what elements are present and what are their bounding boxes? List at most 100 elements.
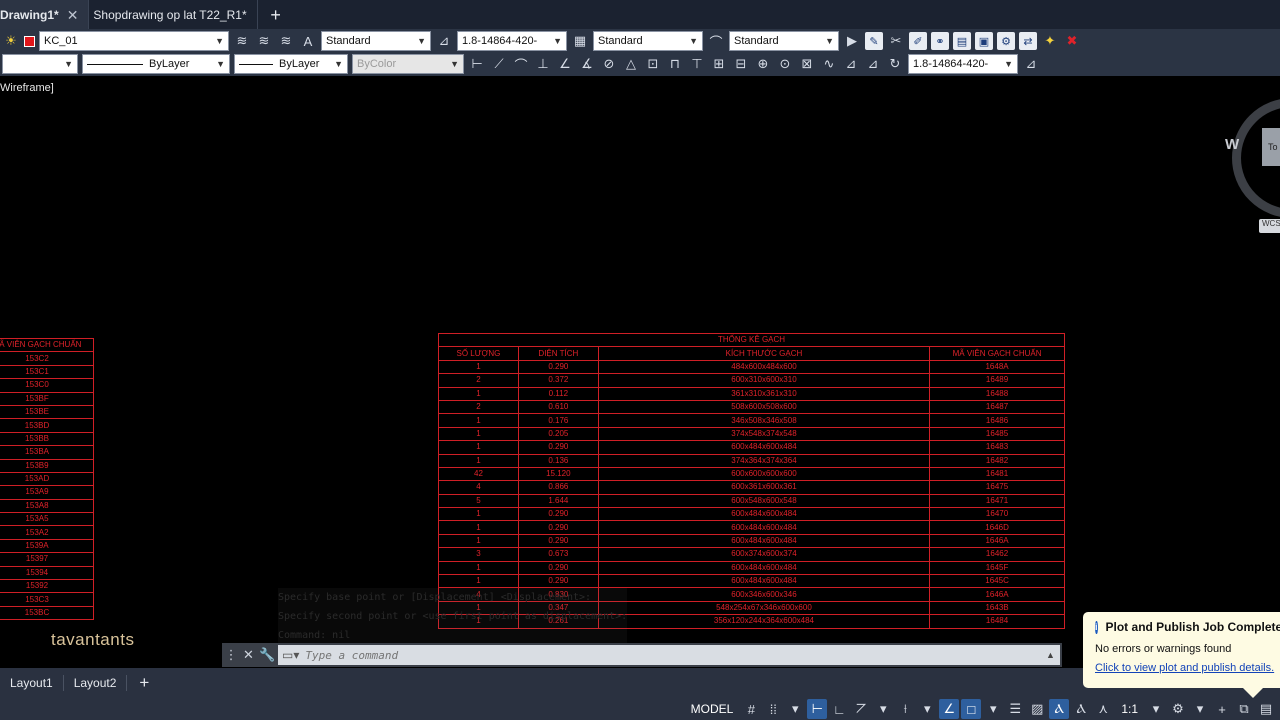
- jogged-linear-icon[interactable]: ∿: [820, 55, 838, 73]
- dim-update-icon[interactable]: ↻: [886, 55, 904, 73]
- jogged-dim-icon[interactable]: ∡: [578, 55, 596, 73]
- chevron-down-icon[interactable]: ▾: [873, 699, 893, 719]
- text-style-combo[interactable]: Standard ▼: [321, 31, 431, 51]
- plot-details-link[interactable]: Click to view plot and publish details.: [1095, 662, 1276, 674]
- recent-commands-icon[interactable]: ▭▾: [282, 648, 299, 662]
- dim-style-icon[interactable]: ⊿: [1022, 55, 1040, 73]
- command-input-box[interactable]: ▭▾ ▲: [278, 645, 1060, 665]
- center-mark-icon[interactable]: ⊙: [776, 55, 794, 73]
- object-snap-tracking-icon[interactable]: ∠: [939, 699, 960, 719]
- auto-scale-icon[interactable]: Ⲁ: [1071, 699, 1091, 719]
- text-style-icon[interactable]: A: [299, 32, 317, 50]
- play-icon[interactable]: ▶: [843, 32, 861, 50]
- mleader-style-combo[interactable]: Standard ▼: [729, 31, 839, 51]
- isodraft-icon[interactable]: ⟊: [895, 699, 915, 719]
- dim-edit-icon[interactable]: ⊿: [842, 55, 860, 73]
- customize-wrench-icon[interactable]: 🔧: [259, 647, 275, 663]
- brush-icon[interactable]: ✐: [909, 32, 927, 50]
- snap-icon[interactable]: ⁞⁞: [763, 699, 783, 719]
- viewcube-west-label[interactable]: W: [1225, 136, 1239, 153]
- close-icon[interactable]: ✕: [243, 647, 254, 663]
- angular-dim-icon[interactable]: △: [622, 55, 640, 73]
- ortho-icon[interactable]: ∟: [829, 699, 849, 719]
- new-tab-plus-icon[interactable]: +: [258, 0, 294, 30]
- preview-icon[interactable]: ▣: [975, 32, 993, 50]
- chevron-down-icon[interactable]: ▾: [917, 699, 937, 719]
- match-properties-icon[interactable]: ✂: [887, 32, 905, 50]
- edit-icon[interactable]: ✎: [865, 32, 883, 50]
- layer-properties-icon[interactable]: ≋: [233, 32, 251, 50]
- status-bar: MODEL # ⁞⁞ ▾ ⊢ ∟ ⦢ ▾ ⟊ ▾ ∠ □ ▾ ☰ ▨ Ⲁ Ⲁ ⋏…: [0, 698, 1280, 720]
- hardware-acceleration-icon[interactable]: ▤: [1256, 699, 1276, 719]
- chevron-down-icon[interactable]: ▾: [1146, 699, 1166, 719]
- workspace-gear-icon[interactable]: ⚙: [1168, 699, 1188, 719]
- notification-title: Plot and Publish Job Complete: [1105, 620, 1280, 634]
- viewcube-face[interactable]: To: [1262, 128, 1280, 166]
- dim-style-combo-2[interactable]: 1.8-14864-420- ▼: [908, 54, 1018, 74]
- table-cell: 153C2: [0, 351, 94, 366]
- tolerance-icon[interactable]: ⊕: [754, 55, 772, 73]
- close-icon[interactable]: ✕: [67, 7, 79, 24]
- chevron-down-icon[interactable]: ▾: [1190, 699, 1210, 719]
- command-input[interactable]: [305, 648, 1040, 662]
- drawing-canvas[interactable]: Wireframe] W To WCS MÃ VIÊN GẠCH CHUẨN 1…: [0, 76, 1280, 668]
- aligned-dim-icon[interactable]: ⟋: [490, 55, 508, 73]
- error-tool-icon[interactable]: ✖: [1063, 32, 1081, 50]
- new-layout-plus-icon[interactable]: +: [127, 673, 161, 693]
- viewport-controls[interactable]: Wireframe]: [0, 82, 54, 94]
- chevron-down-icon[interactable]: ▾: [785, 699, 805, 719]
- object-snap-icon[interactable]: □: [961, 699, 982, 719]
- transparency-icon[interactable]: ▨: [1027, 699, 1047, 719]
- link-icon[interactable]: ⚭: [931, 32, 949, 50]
- annotation-visibility-icon[interactable]: Ⲁ: [1049, 699, 1070, 719]
- ordinate-dim-icon[interactable]: ⊥: [534, 55, 552, 73]
- model-space-button[interactable]: MODEL: [685, 699, 740, 719]
- quick-dim-icon[interactable]: ⊡: [644, 55, 662, 73]
- tool-icon[interactable]: ⚙: [997, 32, 1015, 50]
- table-style-combo[interactable]: Standard ▼: [593, 31, 703, 51]
- tab-layout2[interactable]: Layout2: [64, 675, 128, 691]
- space-dim-icon[interactable]: ⊞: [710, 55, 728, 73]
- lineweight-combo[interactable]: ByLayer ▼: [234, 54, 348, 74]
- plus-icon[interactable]: +: [1212, 699, 1232, 719]
- isolate-objects-icon[interactable]: ⧉: [1234, 699, 1254, 719]
- arc-length-icon[interactable]: ⌒: [512, 55, 530, 73]
- color-combo[interactable]: ▼: [2, 54, 78, 74]
- wcs-menu[interactable]: WCS: [1259, 219, 1280, 233]
- tab-layout1[interactable]: Layout1: [0, 675, 64, 691]
- table-cell: 1: [438, 574, 519, 589]
- annotation-scale-icon[interactable]: ⋏: [1093, 699, 1113, 719]
- tab-shopdrawing[interactable]: Shopdrawing op lat T22_R1*: [89, 0, 258, 30]
- baseline-dim-icon[interactable]: ⊓: [666, 55, 684, 73]
- grip-icon[interactable]: ⋮: [225, 647, 238, 663]
- linetype-combo[interactable]: ByLayer ▼: [82, 54, 230, 74]
- grid-icon[interactable]: #: [741, 699, 761, 719]
- layer-previous-icon[interactable]: ≋: [277, 32, 295, 50]
- polar-icon[interactable]: ⦢: [851, 699, 871, 719]
- radius-dim-icon[interactable]: ∠: [556, 55, 574, 73]
- table-cell: 1648A: [929, 359, 1065, 375]
- dim-style-combo[interactable]: 1.8-14864-420- ▼: [457, 31, 567, 51]
- tab-drawing1[interactable]: Drawing1* ✕: [0, 0, 90, 30]
- mleader-style-icon[interactable]: ⌒: [707, 32, 725, 50]
- plot-publish-notification[interactable]: i Plot and Publish Job Complete No error…: [1083, 612, 1280, 698]
- chevron-down-icon[interactable]: ▾: [983, 699, 1003, 719]
- annotation-scale-value[interactable]: 1:1: [1115, 699, 1144, 719]
- dynamic-input-icon[interactable]: ⊢: [807, 699, 828, 719]
- layer-state-icon[interactable]: ≋: [255, 32, 273, 50]
- break-dim-icon[interactable]: ⊟: [732, 55, 750, 73]
- inspect-icon[interactable]: ⊠: [798, 55, 816, 73]
- continue-dim-icon[interactable]: ⊤: [688, 55, 706, 73]
- dim-text-edit-icon[interactable]: ⊿: [864, 55, 882, 73]
- layer-combo[interactable]: KC_01 ▼: [39, 31, 229, 51]
- dim-style-icon[interactable]: ⊿: [435, 32, 453, 50]
- diameter-dim-icon[interactable]: ⊘: [600, 55, 618, 73]
- chevron-up-icon[interactable]: ▲: [1046, 650, 1060, 660]
- toggle-icon[interactable]: ⇄: [1019, 32, 1037, 50]
- table-style-icon[interactable]: ▦: [571, 32, 589, 50]
- print-icon[interactable]: ▤: [953, 32, 971, 50]
- star-tool-icon[interactable]: ✦: [1041, 32, 1059, 50]
- lightbulb-icon[interactable]: ☀: [2, 32, 20, 50]
- lineweight-icon[interactable]: ☰: [1005, 699, 1025, 719]
- linear-dim-icon[interactable]: ⊢: [468, 55, 486, 73]
